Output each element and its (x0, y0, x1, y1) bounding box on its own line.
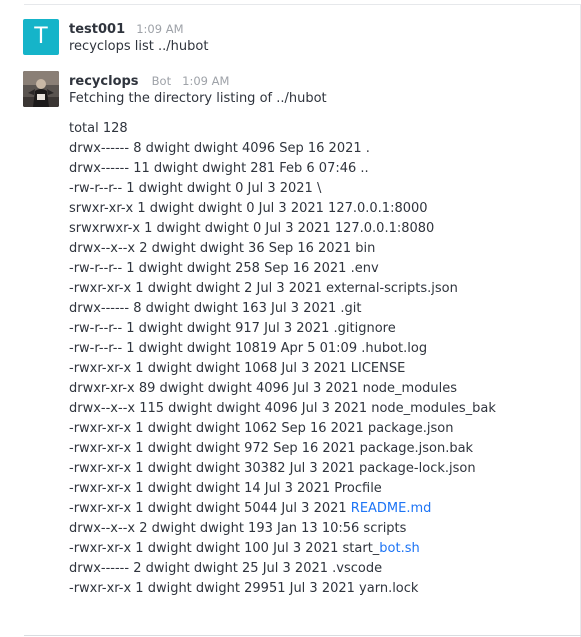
avatar[interactable]: T (23, 19, 59, 55)
bottom-divider (24, 635, 581, 636)
message-header: recyclops Bot 1:09 AM (69, 71, 571, 89)
username[interactable]: recyclops (69, 74, 139, 89)
listing-line: -rwxr-xr-x 1 dwight dwight 1068 Jul 3 20… (69, 361, 406, 376)
file-link[interactable]: README.md (351, 501, 432, 516)
listing-line: drwx------ 8 dwight dwight 163 Jul 3 202… (69, 301, 362, 316)
listing-line: -rwxr-xr-x 1 dwight dwight 14 Jul 3 2021… (69, 481, 382, 496)
avatar[interactable] (23, 71, 59, 107)
listing-line: -rw-r--r-- 1 dwight dwight 10819 Apr 5 0… (69, 341, 428, 356)
timestamp: 1:09 AM (182, 74, 230, 88)
listing-line: total 128 (69, 121, 128, 136)
listing-line: -rwxr-xr-x 1 dwight dwight 1062 Sep 16 2… (69, 421, 454, 436)
bot-badge: Bot (151, 74, 172, 88)
file-link[interactable]: bot.sh (379, 541, 419, 556)
listing-line: -rwxr-xr-x 1 dwight dwight 5044 Jul 3 20… (69, 499, 571, 519)
listing-line-text: -rwxr-xr-x 1 dwight dwight 100 Jul 3 202… (69, 541, 380, 556)
listing-line: drwx--x--x 2 dwight dwight 193 Jan 13 10… (69, 521, 407, 536)
listing-line: -rw-r--r-- 1 dwight dwight 917 Jul 3 202… (69, 321, 396, 336)
directory-listing: total 128 drwx------ 8 dwight dwight 4096… (69, 119, 571, 599)
listing-line: -rw-r--r-- 1 dwight dwight 258 Sep 16 20… (69, 261, 379, 276)
message-content: test001 1:09 AM recyclops list ../hubot (69, 19, 571, 57)
listing-line: drwx------ 8 dwight dwight 4096 Sep 16 2… (69, 141, 370, 156)
message-content: recyclops Bot 1:09 AM Fetching the direc… (69, 71, 571, 599)
top-divider (24, 4, 581, 5)
listing-line: srwxr-xr-x 1 dwight dwight 0 Jul 3 2021 … (69, 201, 428, 216)
listing-line: drwx--x--x 2 dwight dwight 36 Sep 16 202… (69, 241, 376, 256)
listing-line: -rwxr-xr-x 1 dwight dwight 2 Jul 3 2021 … (69, 281, 458, 296)
listing-line: drwx------ 2 dwight dwight 25 Jul 3 2021… (69, 561, 383, 576)
listing-line: -rwxr-xr-x 1 dwight dwight 100 Jul 3 202… (69, 539, 571, 559)
username[interactable]: test001 (69, 22, 125, 37)
listing-line: drwxr-xr-x 89 dwight dwight 4096 Jul 3 2… (69, 381, 458, 396)
message-text: Fetching the directory listing of ../hub… (69, 91, 327, 106)
message-text: recyclops list ../hubot (69, 39, 209, 54)
listing-line: -rwxr-xr-x 1 dwight dwight 972 Sep 16 20… (69, 441, 474, 456)
bot-avatar-image (23, 71, 59, 107)
listing-line: -rwxr-xr-x 1 dwight dwight 29951 Jul 3 2… (69, 581, 419, 596)
listing-line: srwxrwxr-x 1 dwight dwight 0 Jul 3 2021 … (69, 221, 435, 236)
listing-line: -rw-r--r-- 1 dwight dwight 0 Jul 3 2021 … (69, 181, 322, 196)
listing-line: -rwxr-xr-x 1 dwight dwight 30382 Jul 3 2… (69, 461, 476, 476)
listing-line-text: -rwxr-xr-x 1 dwight dwight 5044 Jul 3 20… (69, 501, 351, 516)
listing-line: drwx------ 11 dwight dwight 281 Feb 6 07… (69, 161, 369, 176)
listing-line: drwx--x--x 115 dwight dwight 4096 Jul 3 … (69, 401, 496, 416)
timestamp: 1:09 AM (136, 22, 184, 36)
message-header: test001 1:09 AM (69, 19, 571, 37)
